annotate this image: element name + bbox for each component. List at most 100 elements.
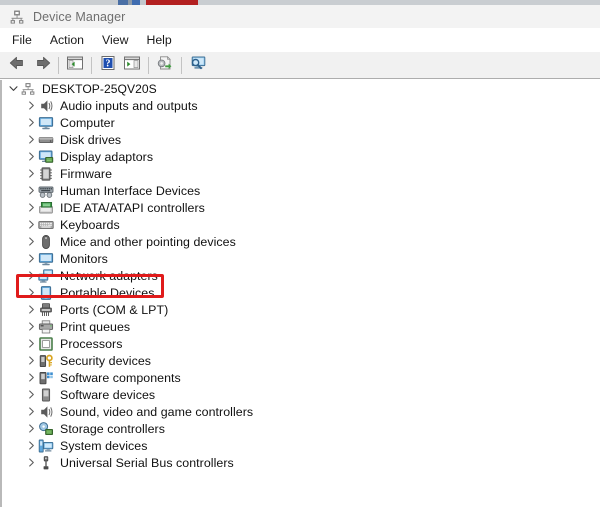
tree-item-label: Processors: [60, 336, 123, 351]
tree-item-firmware[interactable]: Firmware: [2, 165, 600, 182]
port-icon: [38, 302, 54, 318]
tree-item-disk-drives[interactable]: Disk drives: [2, 131, 600, 148]
tree-item-security-devices[interactable]: Security devices: [2, 352, 600, 369]
chevron-right-icon[interactable]: [24, 114, 38, 131]
printer-icon: [38, 319, 54, 335]
help-question-icon: ?: [99, 55, 117, 76]
network-adapter-icon: [38, 268, 54, 284]
tree-item-label: Portable Devices: [60, 285, 155, 300]
chevron-down-icon[interactable]: [6, 80, 20, 97]
menu-file[interactable]: File: [3, 31, 41, 49]
back-button[interactable]: [6, 54, 30, 76]
tree-item-monitors[interactable]: Monitors: [2, 250, 600, 267]
forward-button[interactable]: [30, 54, 54, 76]
tree-item-mice-and-other-pointing-devices[interactable]: Mice and other pointing devices: [2, 233, 600, 250]
tree-item-audio-inputs-and-outputs[interactable]: Audio inputs and outputs: [2, 97, 600, 114]
scan-hardware-button[interactable]: [186, 54, 210, 76]
chevron-right-icon[interactable]: [24, 182, 38, 199]
tree-item-label: Keyboards: [60, 217, 120, 232]
update-driver-icon: [156, 55, 174, 76]
chevron-right-icon[interactable]: [24, 165, 38, 182]
chevron-right-icon[interactable]: [24, 250, 38, 267]
tree-item-computer[interactable]: Computer: [2, 114, 600, 131]
software-component-icon: [38, 370, 54, 386]
tree-item-label: Print queues: [60, 319, 131, 334]
chevron-right-icon[interactable]: [24, 199, 38, 216]
tree-item-ide-ata-atapi-controllers[interactable]: IDE ATA/ATAPI controllers: [2, 199, 600, 216]
tree-item-root[interactable]: DESKTOP-25QV20S: [2, 80, 600, 97]
tree-item-sound-video-and-game-controllers[interactable]: Sound, video and game controllers: [2, 403, 600, 420]
menu-action[interactable]: Action: [41, 31, 93, 49]
disk-drive-icon: [38, 132, 54, 148]
tree-item-human-interface-devices[interactable]: Human Interface Devices: [2, 182, 600, 199]
system-device-icon: [38, 438, 54, 454]
root-label: DESKTOP-25QV20S: [42, 81, 157, 96]
title-bar: Device Manager: [0, 5, 600, 28]
tree-item-label: Universal Serial Bus controllers: [60, 455, 234, 470]
storage-controller-icon: [38, 421, 54, 437]
tree-item-label: Ports (COM & LPT): [60, 302, 169, 317]
chevron-right-icon[interactable]: [24, 403, 38, 420]
properties-panel-icon: [123, 55, 141, 76]
menu-bar: File Action View Help: [0, 28, 600, 52]
chevron-right-icon[interactable]: [24, 233, 38, 250]
chevron-right-icon[interactable]: [24, 420, 38, 437]
tree-item-print-queues[interactable]: Print queues: [2, 318, 600, 335]
tree-item-label: Human Interface Devices: [60, 183, 201, 198]
tree-item-software-components[interactable]: Software components: [2, 369, 600, 386]
portable-device-icon: [38, 285, 54, 301]
device-tree[interactable]: DESKTOP-25QV20S Audio inputs and outputs: [0, 80, 600, 507]
chevron-right-icon[interactable]: [24, 437, 38, 454]
tree-item-system-devices[interactable]: System devices: [2, 437, 600, 454]
tree-item-display-adaptors[interactable]: Display adaptors: [2, 148, 600, 165]
chevron-right-icon[interactable]: [24, 386, 38, 403]
update-driver-button[interactable]: [153, 54, 177, 76]
chevron-right-icon[interactable]: [24, 301, 38, 318]
device-manager-icon: [9, 9, 25, 25]
tree-item-label: Network adapters: [60, 268, 158, 283]
chevron-right-icon[interactable]: [24, 131, 38, 148]
ide-controller-icon: [38, 200, 54, 216]
back-arrow-icon: [9, 55, 27, 76]
chevron-right-icon[interactable]: [24, 352, 38, 369]
monitor-icon: [38, 251, 54, 267]
show-hide-console-tree[interactable]: [63, 54, 87, 76]
toolbar-separator: [181, 56, 182, 74]
firmware-chip-icon: [38, 166, 54, 182]
toolbar-separator: [148, 56, 149, 74]
scan-hardware-icon: [189, 55, 207, 76]
help-button[interactable]: ?: [96, 54, 120, 76]
tree-item-portable-devices[interactable]: Portable Devices: [2, 284, 600, 301]
tree-item-label: Sound, video and game controllers: [60, 404, 254, 419]
tree-item-ports-com-and-lpt[interactable]: Ports (COM & LPT): [2, 301, 600, 318]
chevron-right-icon[interactable]: [24, 97, 38, 114]
chevron-right-icon[interactable]: [24, 267, 38, 284]
tree-item-label: Firmware: [60, 166, 113, 181]
chevron-right-icon[interactable]: [24, 216, 38, 233]
chevron-right-icon[interactable]: [24, 284, 38, 301]
chevron-right-icon[interactable]: [24, 454, 38, 471]
chevron-right-icon[interactable]: [24, 148, 38, 165]
toolbar-separator: [91, 56, 92, 74]
chevron-right-icon[interactable]: [24, 318, 38, 335]
tree-item-universal-serial-bus-controllers[interactable]: Universal Serial Bus controllers: [2, 454, 600, 471]
tree-item-network-adapters[interactable]: Network adapters: [2, 267, 600, 284]
svg-text:?: ?: [106, 58, 111, 69]
window-title: Device Manager: [33, 9, 126, 24]
usb-icon: [38, 455, 54, 471]
properties-button[interactable]: [120, 54, 144, 76]
tree-item-storage-controllers[interactable]: Storage controllers: [2, 420, 600, 437]
menu-help[interactable]: Help: [137, 31, 180, 49]
chevron-right-icon[interactable]: [24, 369, 38, 386]
speaker-icon: [38, 98, 54, 114]
tree-item-software-devices[interactable]: Software devices: [2, 386, 600, 403]
tree-item-label: System devices: [60, 438, 148, 453]
software-device-icon: [38, 387, 54, 403]
processor-icon: [38, 336, 54, 352]
tree-item-keyboards[interactable]: Keyboards: [2, 216, 600, 233]
tree-item-label: Software components: [60, 370, 181, 385]
menu-view[interactable]: View: [93, 31, 137, 49]
tree-item-label: Monitors: [60, 251, 108, 266]
tree-item-processors[interactable]: Processors: [2, 335, 600, 352]
chevron-right-icon[interactable]: [24, 335, 38, 352]
